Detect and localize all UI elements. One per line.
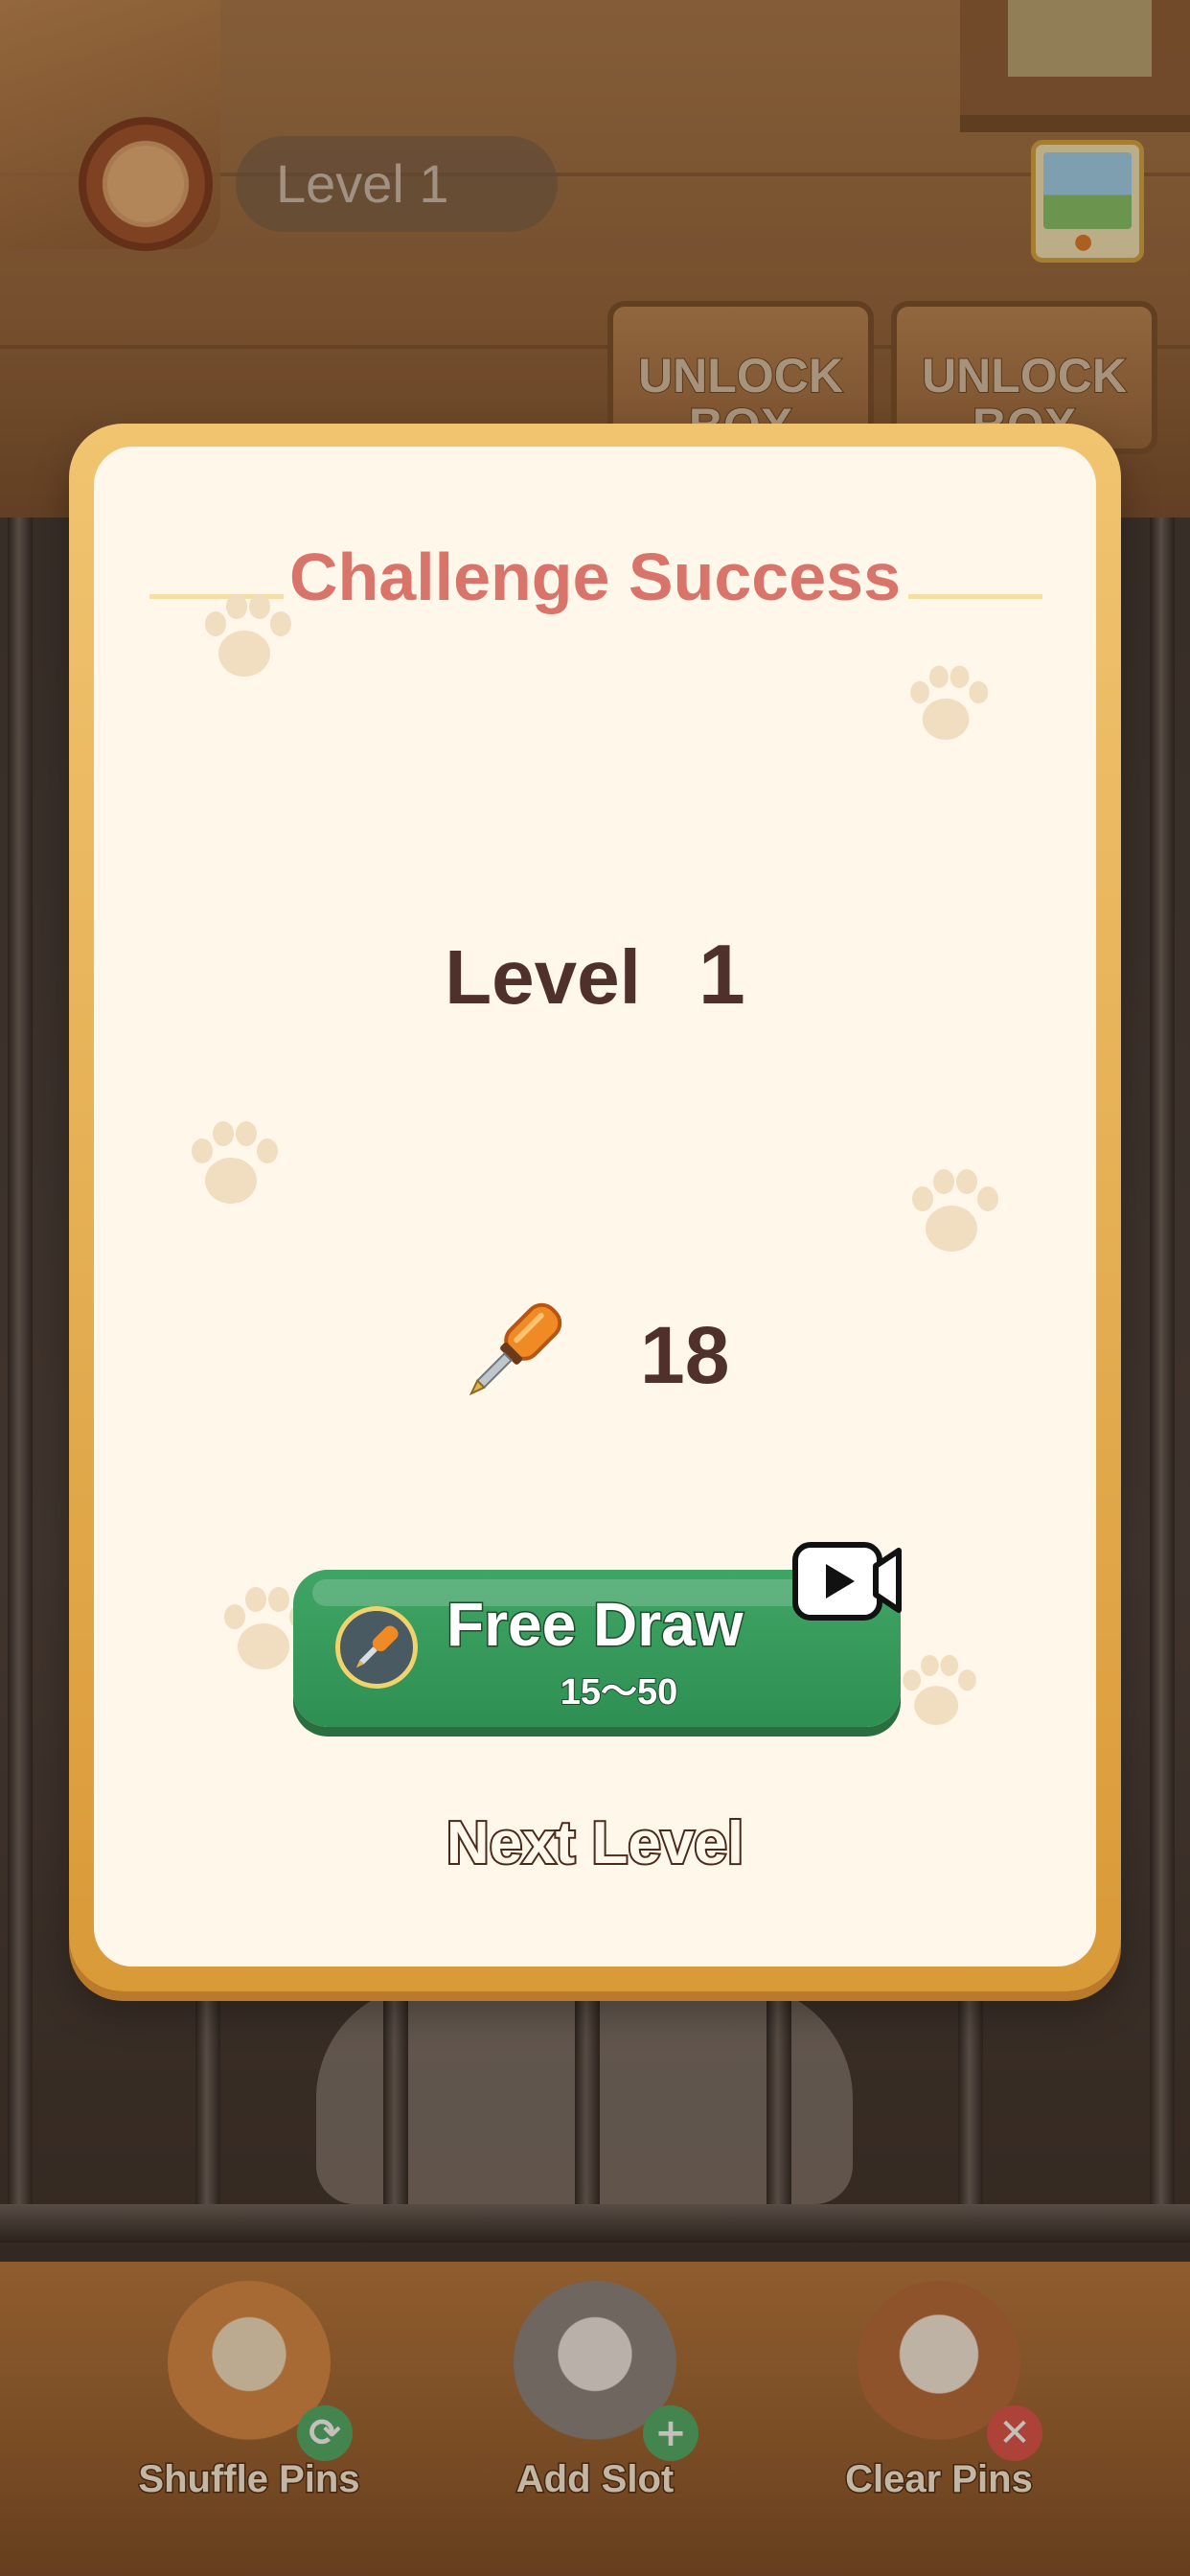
paw-print-icon xyxy=(184,1117,280,1213)
paw-print-icon xyxy=(904,662,990,748)
completed-level: Level 1 xyxy=(94,926,1096,1024)
reward-row: 18 xyxy=(94,1290,1096,1414)
paw-print-icon xyxy=(197,590,293,686)
free-draw-range: 15～50 xyxy=(560,1671,679,1714)
next-level-button[interactable]: Next Level xyxy=(94,1808,1096,1878)
paw-print-icon xyxy=(904,1165,1000,1261)
paw-print-icon xyxy=(897,1652,978,1734)
screwdriver-coin-icon xyxy=(335,1606,418,1689)
screwdriver-icon xyxy=(469,1302,562,1396)
level-word: Level xyxy=(445,934,641,1020)
level-number: 1 xyxy=(698,927,745,1022)
challenge-success-dialog: Challenge Success Level 1 18 Free Draw 1… xyxy=(69,424,1121,1991)
dialog-panel: Challenge Success Level 1 18 Free Draw 1… xyxy=(94,447,1096,1966)
reward-count: 18 xyxy=(640,1310,730,1400)
video-ad-icon xyxy=(792,1542,902,1621)
